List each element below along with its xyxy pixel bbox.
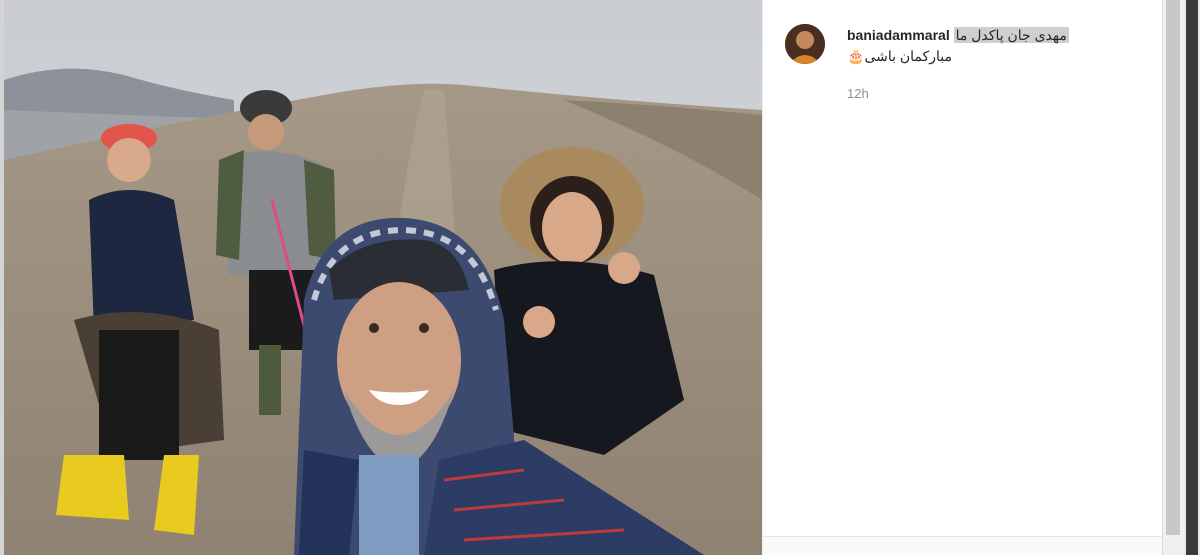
avatar-image xyxy=(785,24,825,64)
username-link[interactable]: baniadammaral xyxy=(847,27,950,43)
post-timestamp[interactable]: 12h xyxy=(847,86,869,101)
scrollbar-thumb[interactable] xyxy=(1166,0,1180,535)
window-frame-right-edge xyxy=(1186,0,1198,555)
panel-bottom-bar xyxy=(763,536,1163,555)
cake-emoji-icon: 🎂 xyxy=(847,48,865,64)
avatar[interactable] xyxy=(785,24,825,64)
caption-first-line: baniadammaral مهدی جان پاکدل ما xyxy=(847,27,1093,47)
caption-text: مبارکمان باشی xyxy=(864,48,952,64)
post-photo[interactable] xyxy=(4,0,762,555)
photo-illustration xyxy=(4,0,762,555)
post-side-panel: baniadammaral مهدی جان پاکدل ما مبارکمان… xyxy=(762,0,1163,555)
post-header: baniadammaral مهدی جان پاکدل ما مبارکمان… xyxy=(785,24,1153,101)
caption-text-highlighted: مهدی جان پاکدل ما xyxy=(953,27,1069,43)
caption-second-line: مبارکمان باشی🎂 xyxy=(847,48,952,65)
